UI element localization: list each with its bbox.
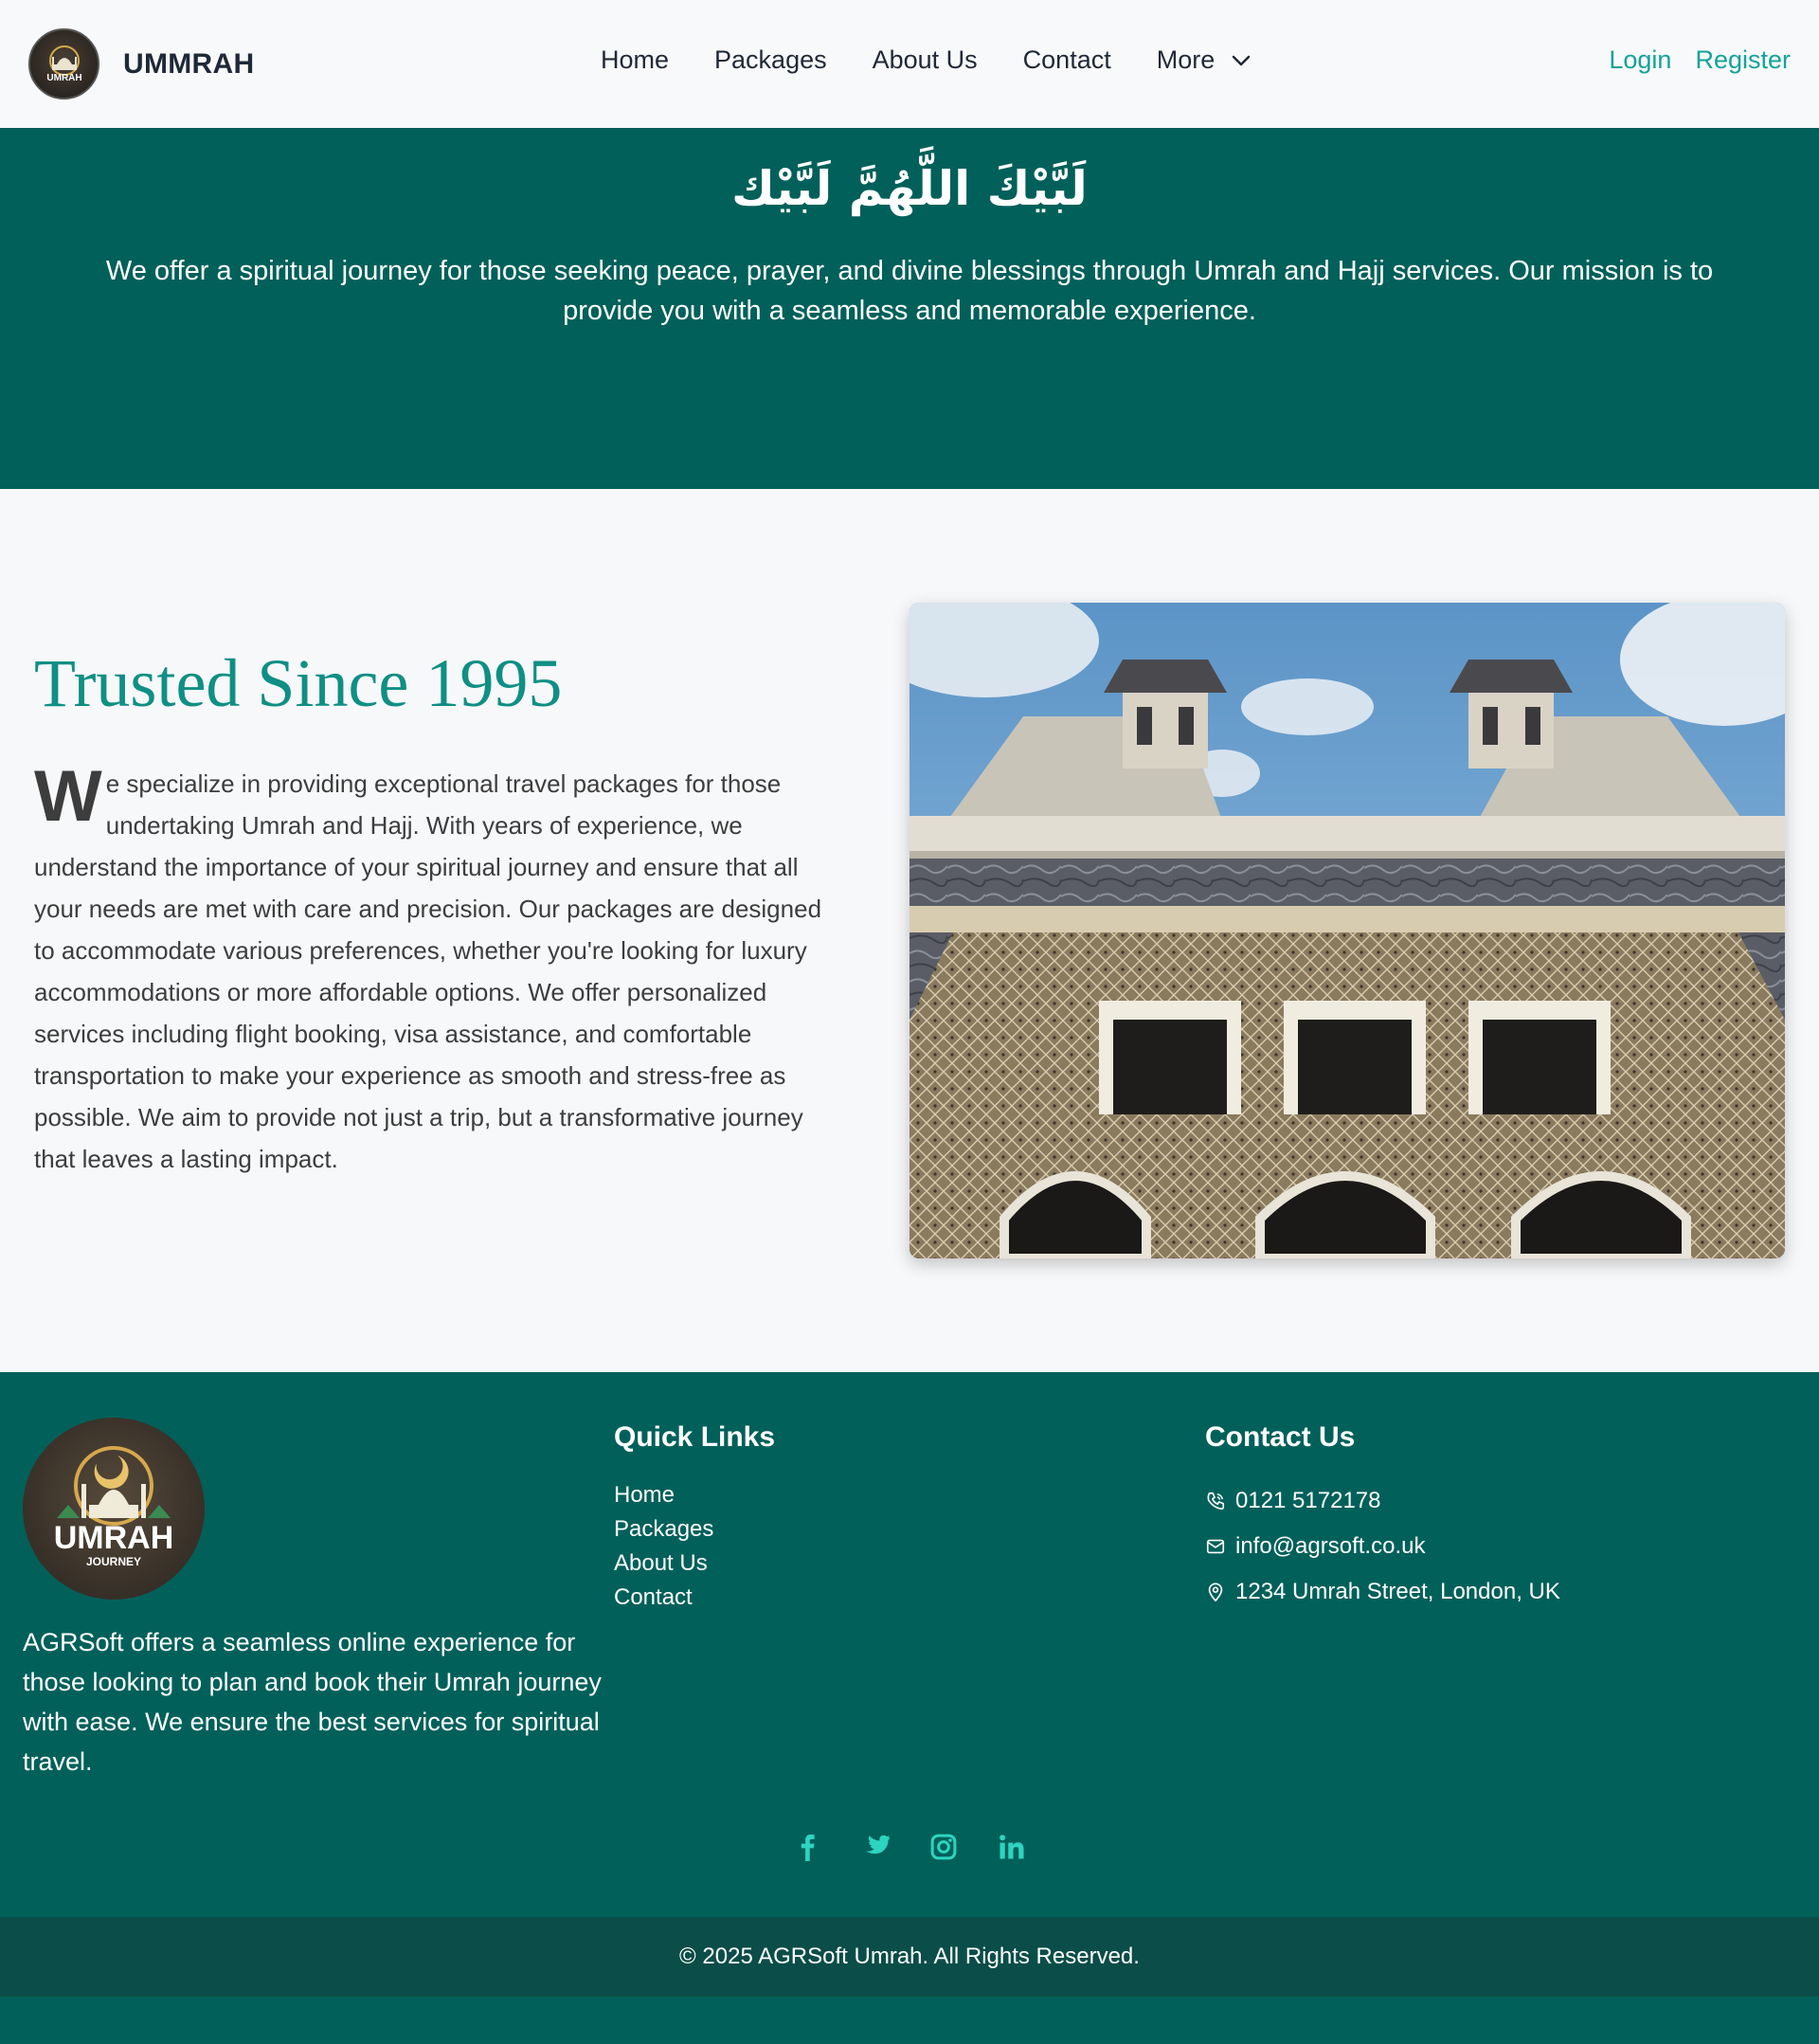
- hero-mission-text: We offer a spiritual journey for those s…: [105, 256, 1714, 326]
- about-title: Trusted Since 1995: [34, 645, 563, 721]
- nav-more-label: More: [1156, 45, 1216, 74]
- copyright-text: © 2025 AGRSoft Umrah. All Rights Reserve…: [679, 1944, 1140, 1969]
- kaaba-minarets-image: [910, 603, 1785, 1258]
- about-text: We specialize in providing exceptional t…: [34, 756, 844, 1180]
- nav-contact[interactable]: Contact: [1023, 45, 1111, 75]
- nav-packages[interactable]: Packages: [714, 45, 827, 75]
- svg-text:UMRAH: UMRAH: [46, 73, 81, 83]
- linkedin-icon[interactable]: [994, 1829, 1030, 1865]
- brand-logo[interactable]: UMRAH: [28, 28, 99, 99]
- footer-link-contact[interactable]: Contact: [614, 1581, 775, 1615]
- contact-heading: Contact Us: [1205, 1421, 1356, 1453]
- quick-links-heading: Quick Links: [614, 1421, 776, 1453]
- nav-home[interactable]: Home: [601, 45, 669, 75]
- svg-text:UMRAH: UMRAH: [54, 1520, 174, 1556]
- brand-name[interactable]: UMMRAH: [123, 48, 254, 81]
- footer-about-text: AGRSoft offers a seamless online experie…: [23, 1628, 602, 1776]
- svg-text:JOURNEY: JOURNEY: [86, 1555, 141, 1568]
- footer-logo: UMRAH JOURNEY: [23, 1418, 205, 1600]
- twitter-icon[interactable]: [857, 1829, 893, 1865]
- footer-link-packages[interactable]: Packages: [614, 1512, 775, 1547]
- contact-address: 1234 Umrah Street, London, UK: [1205, 1569, 1560, 1615]
- social-links: [0, 1829, 1819, 1865]
- umrah-journey-logo-icon: UMRAH JOURNEY: [54, 1446, 174, 1568]
- instagram-icon[interactable]: [926, 1829, 962, 1865]
- contact-phone: 0121 5172178: [1205, 1478, 1560, 1524]
- hero-section: لَبَّيْكَ اللَّهُمَّ لَبَّيْك We offer a…: [0, 128, 1819, 489]
- contact-address-text: 1234 Umrah Street, London, UK: [1235, 1579, 1560, 1604]
- hero-arabic-heading: لَبَّيْكَ اللَّهُمَّ لَبَّيْك: [731, 161, 1088, 216]
- chevron-down-icon: [1233, 55, 1251, 65]
- login-link[interactable]: Login: [1609, 45, 1671, 75]
- facebook-icon[interactable]: [789, 1829, 825, 1865]
- brand[interactable]: UMRAH UMMRAH: [28, 28, 254, 99]
- nav-about-us[interactable]: About Us: [873, 45, 978, 75]
- register-link[interactable]: Register: [1695, 45, 1791, 75]
- mosque-logo-icon: UMRAH: [46, 45, 81, 83]
- mosque-photo-illustration: [910, 603, 1785, 1258]
- about-body: e specialize in providing exceptional tr…: [34, 769, 822, 1173]
- contact-phone-text: 0121 5172178: [1235, 1488, 1381, 1513]
- contact-column: Contact Us 0121 5172178 info@agrsoft.co.…: [1205, 1421, 1560, 1615]
- map-pin-icon: [1208, 1583, 1223, 1602]
- drop-cap: W: [34, 756, 102, 837]
- contact-email: info@agrsoft.co.uk: [1205, 1524, 1560, 1569]
- phone-icon: [1207, 1492, 1225, 1510]
- contact-email-text[interactable]: info@agrsoft.co.uk: [1235, 1533, 1425, 1560]
- navbar: UMRAH UMMRAH Home Packages About Us Cont…: [0, 0, 1819, 128]
- envelope-icon: [1206, 1539, 1225, 1554]
- copyright-bar: © 2025 AGRSoft Umrah. All Rights Reserve…: [0, 1917, 1819, 1997]
- footer-link-about-us[interactable]: About Us: [614, 1547, 775, 1581]
- main-nav: Home Packages About Us Contact More: [601, 45, 1251, 75]
- footer-link-home[interactable]: Home: [614, 1478, 775, 1512]
- auth-links: Login Register: [1585, 45, 1791, 75]
- quick-links-column: Quick Links Home Packages About Us Conta…: [614, 1421, 775, 1615]
- nav-more-dropdown[interactable]: More: [1157, 45, 1252, 75]
